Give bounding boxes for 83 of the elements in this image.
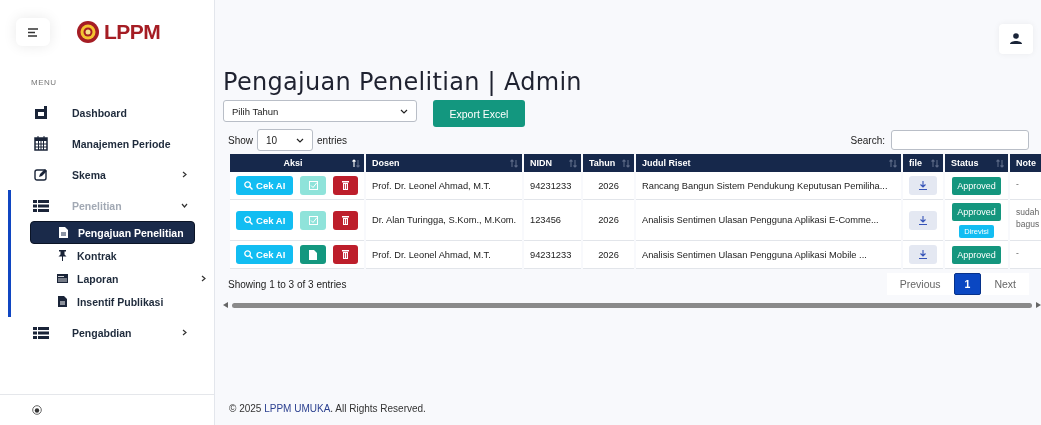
table-cell: 2026 (598, 180, 619, 191)
emblem-icon (76, 20, 100, 44)
note-text: - (1016, 179, 1019, 189)
table-cell: 94231233 (530, 180, 572, 191)
delete-button[interactable] (333, 245, 358, 264)
sidebar-item[interactable]: Pengabdian (0, 317, 214, 348)
table-cell: Prof. Dr. Leonel Ahmad, M.T. (372, 180, 491, 191)
search-icon (244, 250, 254, 259)
entries-label: entries (317, 134, 348, 146)
status-badge: Approved (952, 245, 1001, 264)
download-button[interactable] (909, 176, 937, 195)
download-button[interactable] (909, 210, 937, 230)
edit-icon (34, 168, 48, 181)
menu-icon (27, 27, 39, 37)
year-select[interactable]: Pilih Tahun (223, 100, 417, 122)
note-text: - (1016, 248, 1019, 258)
list-icon (33, 326, 49, 339)
caret-icon (400, 108, 408, 114)
status-badge: Approved (952, 202, 1001, 221)
checkbox-icon (308, 181, 318, 190)
table-cell: 94231233 (530, 249, 572, 260)
status-badge: Approved (952, 176, 1001, 195)
caret-icon (296, 137, 304, 143)
table-cell: 2026 (598, 249, 619, 260)
user-button[interactable] (999, 23, 1033, 54)
download-button[interactable] (909, 245, 937, 264)
search-label: Search: (850, 134, 885, 146)
menu-heading: MENU (30, 78, 58, 87)
column-header[interactable]: file (909, 158, 922, 168)
entries-info: Showing 1 to 3 of 3 entries (227, 278, 347, 290)
download-icon (919, 250, 927, 259)
show-label: Show (228, 134, 253, 146)
sidebar-item[interactable]: Skema (0, 159, 214, 190)
copyright-text: © 2025 LPPM UMUKA. All Rights Reserved. (229, 403, 426, 414)
tablet-icon (34, 106, 48, 119)
logo-text: LPPM (104, 20, 161, 44)
export-button[interactable]: Export Excel (433, 100, 525, 127)
column-header[interactable]: Judul Riset (642, 158, 691, 168)
search-icon (244, 181, 254, 190)
table-cell: Rancang Bangun Sistem Pendukung Keputusan Pemiliha... (642, 180, 888, 191)
scroll-left-icon[interactable] (223, 302, 228, 308)
document-icon (58, 227, 68, 238)
document-icon (308, 249, 318, 260)
sort-icon[interactable] (352, 159, 360, 168)
page-button[interactable]: 1 (953, 273, 982, 295)
document-button[interactable] (300, 245, 327, 264)
table-cell: Prof. Dr. Leonel Ahmad, M.T. (372, 249, 491, 260)
download-icon (919, 181, 927, 190)
list-icon (33, 199, 49, 212)
search-icon (244, 215, 254, 225)
sidebar-item[interactable]: Manajemen Periode (0, 128, 214, 159)
page-size-select[interactable]: 10 (257, 129, 313, 151)
search-field[interactable] (891, 130, 1029, 150)
download-icon (919, 215, 927, 225)
checkbox-icon (308, 215, 318, 225)
scroll-right-icon[interactable] (1036, 302, 1041, 308)
delete-button[interactable] (333, 176, 358, 195)
trash-icon (342, 215, 350, 225)
circle-icon[interactable] (32, 405, 42, 415)
page-title: Pengajuan Penelitian | Admin (223, 68, 583, 96)
trash-icon (342, 250, 350, 259)
pin-icon (57, 250, 67, 261)
table-cell: Dr. Alan Turingga, S.Kom., M.Kom. (372, 215, 517, 225)
submenu-item[interactable]: Laporan (30, 267, 195, 290)
submenu-item[interactable]: Kontrak (30, 244, 195, 267)
document-icon (57, 296, 67, 307)
table-cell: 2026 (598, 215, 619, 225)
sidebar-item[interactable]: Dashboard (0, 97, 214, 128)
column-header[interactable]: Dosen (372, 158, 400, 168)
trash-icon (342, 181, 350, 190)
column-header[interactable]: Aksi (283, 158, 303, 168)
submenu-item[interactable]: Pengajuan Penelitian (30, 221, 195, 244)
note-text: sudah bagus (1016, 207, 1040, 229)
card-icon (56, 274, 68, 283)
table-cell: Analisis Sentimen Ulasan Pengguna Aplikasi Mobile ... (642, 249, 867, 260)
submenu-item[interactable]: Insentif Publikasi (30, 290, 195, 313)
table-cell: 123456 (530, 215, 562, 225)
table-cell: Analisis Sentimen Ulasan Pengguna Aplikasi E-Comme... (642, 215, 879, 225)
scrollbar-thumb[interactable] (232, 302, 1032, 308)
calendar-icon (34, 136, 48, 151)
delete-button[interactable] (333, 210, 358, 230)
user-icon (1010, 33, 1022, 44)
menu-button[interactable] (16, 18, 50, 46)
